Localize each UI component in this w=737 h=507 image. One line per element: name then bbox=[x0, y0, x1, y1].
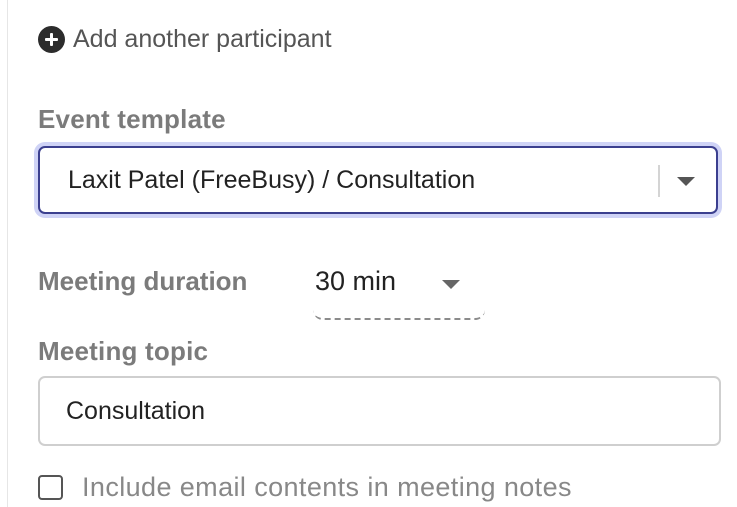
chevron-down-icon[interactable] bbox=[677, 177, 695, 186]
meeting-topic-label: Meeting topic bbox=[38, 336, 209, 366]
include-email-label[interactable]: Include email contents in meeting notes bbox=[82, 472, 572, 503]
event-template-value: Laxit Patel (FreeBusy) / Consultation bbox=[68, 166, 476, 194]
event-template-select[interactable]: Laxit Patel (FreeBusy) / Consultation bbox=[38, 146, 718, 214]
meeting-duration-value: 30 min bbox=[315, 266, 397, 296]
include-email-checkbox[interactable] bbox=[38, 475, 63, 500]
add-participant-button[interactable]: Add another participant bbox=[38, 24, 332, 54]
plus-circle-icon bbox=[38, 25, 65, 53]
add-participant-label: Add another participant bbox=[73, 24, 332, 53]
panel-left-border bbox=[7, 0, 8, 507]
include-email-row: Include email contents in meeting notes bbox=[38, 472, 572, 503]
meeting-duration-select[interactable]: 30 min bbox=[313, 252, 485, 320]
event-template-label: Event template bbox=[38, 104, 226, 134]
select-divider bbox=[658, 165, 660, 197]
chevron-down-icon[interactable] bbox=[442, 280, 460, 289]
meeting-duration-label: Meeting duration bbox=[38, 266, 248, 296]
meeting-topic-input[interactable] bbox=[38, 376, 721, 446]
